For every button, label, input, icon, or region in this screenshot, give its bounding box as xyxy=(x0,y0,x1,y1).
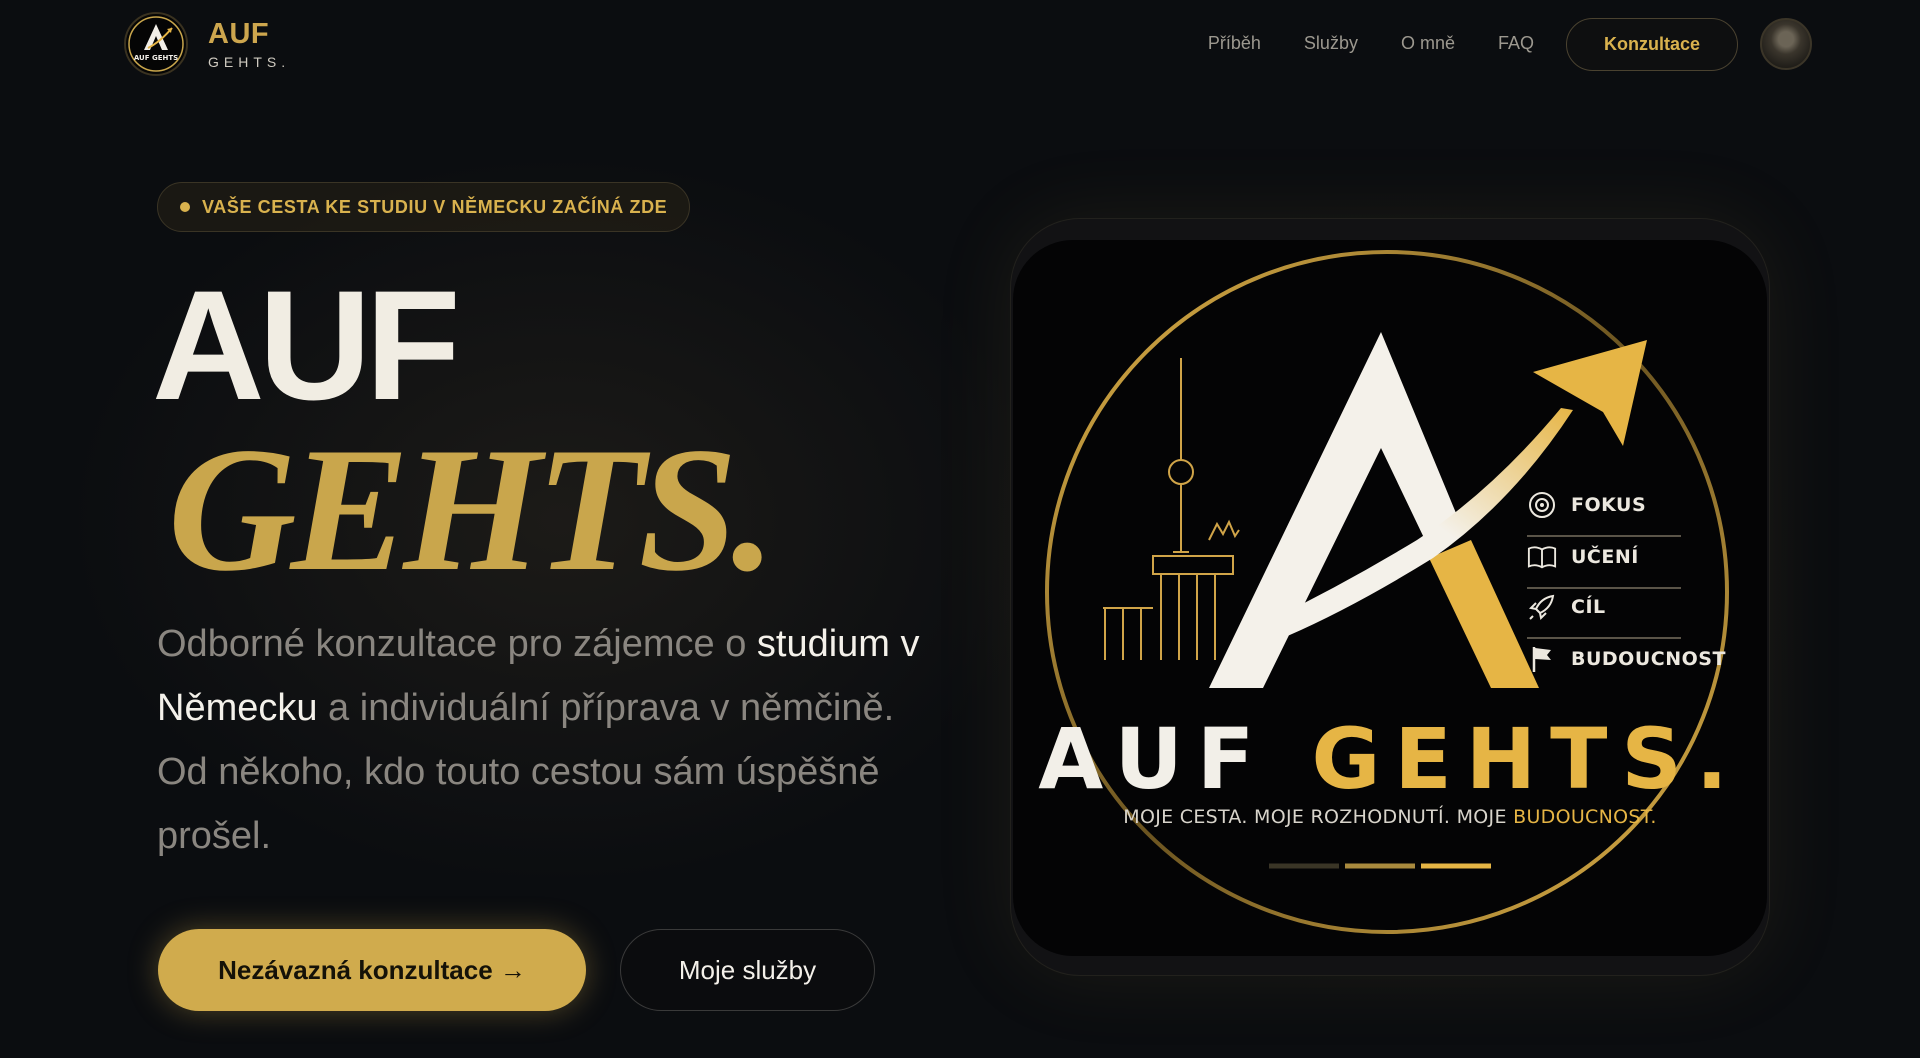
hero-description: Odborné konzultace pro zájemce o studium… xyxy=(157,612,947,868)
brand-name-top: AUF xyxy=(208,17,270,50)
badge-dot-icon xyxy=(180,202,190,212)
nav-link-faq[interactable]: FAQ xyxy=(1498,33,1534,54)
top-navigation: AUF GEHTS AUF GEHTS. Příběh Služby O mně… xyxy=(0,0,1920,90)
nav-link-sluzby[interactable]: Služby xyxy=(1304,33,1358,54)
pillar-uceni: UČENÍ xyxy=(1527,542,1639,572)
logo-word-gehts: GEHTS. xyxy=(1311,710,1742,808)
nav-link-o-mne[interactable]: O mně xyxy=(1401,33,1455,54)
free-consultation-button[interactable]: Nezávazná konzultace → xyxy=(158,929,586,1011)
rocket-icon xyxy=(1527,592,1557,622)
pillar-label: CÍL xyxy=(1571,596,1606,618)
brand-name-bottom: GEHTS. xyxy=(208,53,291,70)
pillar-budoucnost: BUDOUCNOST xyxy=(1527,644,1726,674)
target-icon xyxy=(1527,490,1557,520)
brand[interactable]: AUF GEHTS AUF GEHTS. xyxy=(124,12,290,76)
tagline-part1: MOJE CESTA. MOJE ROZHODNUTÍ. MOJE xyxy=(1123,806,1514,828)
logo-tagline: MOJE CESTA. MOJE ROZHODNUTÍ. MOJE BUDOUC… xyxy=(1013,806,1767,828)
hero-title-line1: AUF xyxy=(152,259,461,433)
hero-badge: VAŠE CESTA KE STUDIU V NĚMECKU ZAČÍNÁ ZD… xyxy=(157,182,691,232)
flag-icon xyxy=(1527,644,1557,674)
nav-links: Příběh Služby O mně FAQ xyxy=(1208,33,1534,54)
brand-logo-icon: AUF GEHTS xyxy=(124,12,188,76)
pillar-label: FOKUS xyxy=(1571,494,1647,516)
avatar[interactable] xyxy=(1760,18,1812,70)
pillar-label: BUDOUCNOST xyxy=(1571,648,1726,670)
badge-text: VAŠE CESTA KE STUDIU V NĚMECKU ZAČÍNÁ ZD… xyxy=(202,196,668,217)
svg-text:AUF GEHTS: AUF GEHTS xyxy=(134,54,178,62)
nav-link-pribeh[interactable]: Příběh xyxy=(1208,33,1261,54)
konzultace-button[interactable]: Konzultace xyxy=(1566,18,1738,71)
pillar-cil: CÍL xyxy=(1527,592,1606,622)
tagline-highlight: BUDOUCNOST. xyxy=(1513,806,1657,828)
logo-card: FOKUS UČENÍ CÍL BUDOUCNOST AUF GEHTS. MO… xyxy=(1013,240,1767,956)
my-services-button[interactable]: Moje služby xyxy=(620,929,875,1011)
logo-graphic xyxy=(1045,250,1729,934)
logo-wordmark: AUF GEHTS. xyxy=(1013,710,1767,808)
brand-text: AUF GEHTS. xyxy=(208,17,291,70)
hero-title-line2: GEHTS. xyxy=(168,410,776,608)
logo-word-auf: AUF xyxy=(1038,710,1269,808)
book-icon xyxy=(1527,542,1557,572)
pillar-fokus: FOKUS xyxy=(1527,490,1646,520)
desc-part1: Odborné konzultace pro zájemce o xyxy=(157,623,757,665)
pillar-label: UČENÍ xyxy=(1571,546,1639,568)
